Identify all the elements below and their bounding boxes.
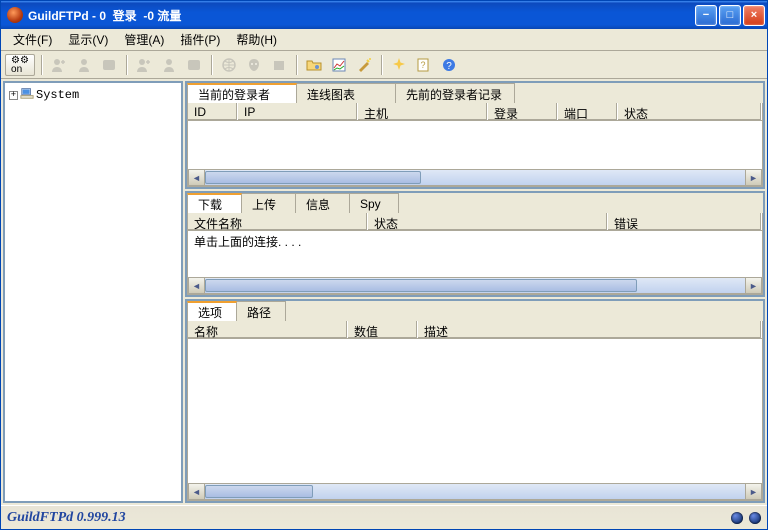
svg-text:?: ?: [446, 61, 452, 72]
col-error[interactable]: 错误: [608, 213, 762, 230]
globe-icon[interactable]: [218, 54, 240, 76]
tab-spy[interactable]: Spy: [349, 193, 399, 213]
spark-icon[interactable]: [388, 54, 410, 76]
minimize-button[interactable]: −: [695, 5, 717, 26]
transfers-hscroll[interactable]: ◄ ►: [188, 277, 762, 294]
scroll-thumb[interactable]: [205, 485, 313, 498]
tree-expand-icon[interactable]: +: [9, 91, 18, 100]
help-round-icon[interactable]: ?: [438, 54, 460, 76]
tree-root-row[interactable]: + System: [7, 85, 179, 105]
tab-options[interactable]: 选项: [187, 301, 237, 321]
group-icon[interactable]: [98, 54, 120, 76]
scroll-right-icon[interactable]: ►: [745, 483, 762, 500]
wizard-icon[interactable]: [353, 54, 375, 76]
toolbar-separator: [126, 55, 127, 75]
right-column: 当前的登录者 连线图表 先前的登录者记录 ID IP 主机 登录 端口 状态 ◄…: [185, 81, 765, 503]
toolbar-separator: [41, 55, 42, 75]
led-icon: [749, 512, 761, 524]
options-pane: 选项 路径 名称 数值 描述 ◄ ►: [185, 299, 765, 503]
toolbar-separator: [381, 55, 382, 75]
app-icon: [7, 7, 23, 23]
col-name[interactable]: 名称: [188, 321, 348, 338]
box-icon[interactable]: [268, 54, 290, 76]
col-xfer-status[interactable]: 状态: [368, 213, 608, 230]
tab-path[interactable]: 路径: [236, 301, 286, 321]
menu-view[interactable]: 显示(V): [60, 29, 116, 50]
user-add-icon[interactable]: [48, 54, 70, 76]
tab-upload[interactable]: 上传: [241, 193, 296, 213]
scroll-left-icon[interactable]: ◄: [188, 483, 205, 500]
led-icon: [731, 512, 743, 524]
logins-list: [188, 121, 762, 169]
help-card-icon[interactable]: ?: [413, 54, 435, 76]
toggle-palette-button[interactable]: ⚙⚙ on: [5, 54, 35, 76]
logins-hscroll[interactable]: ◄ ►: [188, 169, 762, 186]
menu-plugins[interactable]: 插件(P): [172, 29, 228, 50]
menu-admin[interactable]: 管理(A): [116, 29, 172, 50]
toolbar-separator: [296, 55, 297, 75]
tab-connection-graph[interactable]: 连线图表: [296, 83, 396, 103]
options-list: [188, 339, 762, 483]
maximize-button[interactable]: □: [719, 5, 741, 26]
col-id[interactable]: ID: [188, 103, 238, 120]
folder-gear-icon[interactable]: [303, 54, 325, 76]
alien-icon[interactable]: [243, 54, 265, 76]
options-tabrow: 选项 路径: [187, 301, 763, 321]
window-titlebar: GuildFTPd - 0 登录 -0 流量 − □ ×: [1, 1, 767, 29]
tab-download[interactable]: 下载: [187, 193, 242, 213]
col-status[interactable]: 状态: [618, 103, 762, 120]
transfers-column-headers: 文件名称 状态 错误: [188, 213, 762, 231]
tree-root-label: System: [36, 88, 79, 102]
graph-icon[interactable]: [328, 54, 350, 76]
scroll-right-icon[interactable]: ►: [745, 277, 762, 294]
user-icon[interactable]: [158, 54, 180, 76]
toolbar-separator: [211, 55, 212, 75]
computer-icon: [20, 86, 34, 104]
group-icon[interactable]: [183, 54, 205, 76]
options-hscroll[interactable]: ◄ ►: [188, 483, 762, 500]
logins-tabrow: 当前的登录者 连线图表 先前的登录者记录: [187, 83, 763, 103]
options-column-headers: 名称 数值 描述: [188, 321, 762, 339]
toolbar: ⚙⚙ on ? ?: [1, 51, 767, 79]
logins-pane: 当前的登录者 连线图表 先前的登录者记录 ID IP 主机 登录 端口 状态 ◄…: [185, 81, 765, 189]
transfers-pane: 下载 上传 信息 Spy 文件名称 状态 错误 单击上面的连接. . . . ◄…: [185, 191, 765, 297]
menu-help[interactable]: 帮助(H): [228, 29, 285, 50]
scroll-left-icon[interactable]: ◄: [188, 277, 205, 294]
scroll-track[interactable]: [205, 483, 745, 500]
status-version: GuildFTPd 0.999.13: [7, 510, 126, 526]
scroll-thumb[interactable]: [205, 279, 637, 292]
tab-previous-logins[interactable]: 先前的登录者记录: [395, 83, 515, 103]
transfers-placeholder: 单击上面的连接. . . .: [188, 231, 762, 277]
user-icon[interactable]: [73, 54, 95, 76]
col-filename[interactable]: 文件名称: [188, 213, 368, 230]
scroll-thumb[interactable]: [205, 171, 421, 184]
tree-panel: + System: [3, 81, 183, 503]
options-body: 名称 数值 描述 ◄ ►: [187, 321, 763, 501]
status-leds: [731, 512, 761, 524]
col-port[interactable]: 端口: [558, 103, 618, 120]
logins-body: ID IP 主机 登录 端口 状态 ◄ ►: [187, 103, 763, 187]
menu-bar: 文件(F) 显示(V) 管理(A) 插件(P) 帮助(H): [1, 29, 767, 51]
col-value[interactable]: 数值: [348, 321, 418, 338]
col-description[interactable]: 描述: [418, 321, 762, 338]
col-host[interactable]: 主机: [358, 103, 488, 120]
user-add-icon[interactable]: [133, 54, 155, 76]
transfers-body: 文件名称 状态 错误 单击上面的连接. . . . ◄ ►: [187, 213, 763, 295]
close-button[interactable]: ×: [743, 5, 765, 26]
scroll-left-icon[interactable]: ◄: [188, 169, 205, 186]
col-ip[interactable]: IP: [238, 103, 358, 120]
window-title: GuildFTPd - 0 登录 -0 流量: [28, 7, 695, 24]
col-login[interactable]: 登录: [488, 103, 558, 120]
svg-text:?: ?: [420, 60, 425, 70]
status-bar: GuildFTPd 0.999.13: [1, 505, 767, 529]
scroll-track[interactable]: [205, 169, 745, 186]
tab-current-logins[interactable]: 当前的登录者: [187, 83, 297, 103]
main-area: + System 当前的登录者 连线图表 先前的登录者记录 ID IP 主机 登…: [1, 79, 767, 505]
scroll-right-icon[interactable]: ►: [745, 169, 762, 186]
menu-file[interactable]: 文件(F): [5, 29, 60, 50]
tab-info[interactable]: 信息: [295, 193, 350, 213]
logins-column-headers: ID IP 主机 登录 端口 状态: [188, 103, 762, 121]
transfers-tabrow: 下载 上传 信息 Spy: [187, 193, 763, 213]
scroll-track[interactable]: [205, 277, 745, 294]
